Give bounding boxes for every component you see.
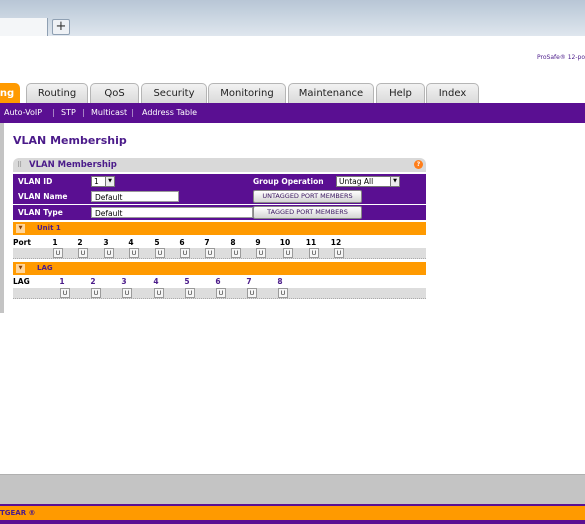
browser-tab[interactable] [0,18,48,36]
port-number: 12 [330,238,342,247]
unit-section-label: Unit 1 [37,224,61,232]
port-number: 4 [128,238,134,247]
chevron-down-icon: ▼ [105,177,114,186]
group-operation-value: Untag All [339,177,374,186]
panel-title: VLAN Membership [29,160,117,170]
header: ProSafe® 12-po [0,36,585,84]
group-operation-label: Group Operation [253,177,324,186]
row-divider [13,257,426,259]
page-title: VLAN Membership [13,134,127,147]
subnav-multicast[interactable]: Multicast [91,103,127,123]
vlan-name-row: VLAN Name Default UNTAGGED PORT MEMBERS [13,189,426,204]
main-tabs: ng Routing QoS Security Monitoring Maint… [0,83,585,103]
tab-index[interactable]: Index [426,83,479,103]
vlan-id-row: VLAN ID 1 ▼ Group Operation Untag All ▼ [13,174,426,189]
collapse-arrow-icon[interactable]: ▼ [16,264,25,273]
lag-number: 1 [59,277,65,286]
group-operation-select[interactable]: Untag All ▼ [336,176,400,187]
footer-bottom-strip [0,520,585,524]
subnav-stp[interactable]: STP [61,103,76,123]
lag-number: 4 [153,277,159,286]
app-root: + ProSafe® 12-po ng Routing QoS Security… [0,0,585,524]
tab-monitoring[interactable]: Monitoring [208,83,286,103]
port-number: 1 [52,238,58,247]
port-number: 11 [305,238,317,247]
left-nav-rail [0,123,4,313]
lag-number: 7 [246,277,252,286]
collapse-arrow-icon[interactable]: ▼ [16,224,25,233]
footer-brand: TGEAR ® [0,509,36,517]
new-tab-button[interactable]: + [52,19,70,35]
footer-brand-bar: TGEAR ® [0,504,585,520]
vlan-name-field[interactable]: Default [91,191,179,202]
vlan-type-label: VLAN Type [18,208,63,217]
port-number: 3 [103,238,109,247]
tab-qos[interactable]: QoS [90,83,139,103]
vlan-id-select[interactable]: 1 ▼ [91,176,115,187]
subnav-separator: | [82,108,85,117]
tab-routing[interactable]: Routing [26,83,88,103]
footer-bar [0,474,585,504]
vlan-id-value: 1 [94,177,99,186]
tab-maintenance[interactable]: Maintenance [288,83,374,103]
sub-navigation: Auto-VoIP | STP | Multicast | Address Ta… [0,103,585,123]
port-number: 8 [230,238,236,247]
vlan-type-field: Default [91,207,253,218]
port-number: 9 [255,238,261,247]
port-number: 2 [77,238,83,247]
vlan-type-row: VLAN Type Default TAGGED PORT MEMBERS [13,205,426,220]
untagged-port-members-button[interactable]: UNTAGGED PORT MEMBERS [253,190,362,203]
unit-section-bar[interactable]: ▼ Unit 1 [13,222,426,235]
product-label: ProSafe® 12-po [537,54,585,61]
port-number: 5 [154,238,160,247]
row-divider [13,297,426,299]
tab-help[interactable]: Help [376,83,425,103]
port-row-label: Port [13,238,31,247]
lag-section-bar[interactable]: ▼ LAG [13,262,426,275]
subnav-auto-voip[interactable]: Auto-VoIP [4,103,42,123]
browser-tab-strip: + [0,0,585,36]
port-number: 7 [204,238,210,247]
subnav-address-table[interactable]: Address Table [142,103,197,123]
lag-number: 6 [215,277,221,286]
port-number: 6 [179,238,185,247]
vlan-name-label: VLAN Name [18,192,68,201]
lag-section-label: LAG [37,264,53,272]
panel-header: ⠿ VLAN Membership ? [13,158,426,172]
subnav-separator: | [131,108,134,117]
vlan-id-label: VLAN ID [18,177,53,186]
drag-grip-icon: ⠿ [17,161,23,169]
lag-number: 8 [277,277,283,286]
chevron-down-icon: ▼ [390,177,399,186]
lag-row-label: LAG [13,277,30,286]
lag-number: 3 [121,277,127,286]
lag-number: 2 [90,277,96,286]
tab-security[interactable]: Security [141,83,207,103]
port-number: 10 [279,238,291,247]
tagged-port-members-button[interactable]: TAGGED PORT MEMBERS [253,206,362,219]
help-icon[interactable]: ? [414,160,423,169]
tab-switching[interactable]: ng [0,83,20,103]
subnav-separator: | [52,108,55,117]
lag-number: 5 [184,277,190,286]
